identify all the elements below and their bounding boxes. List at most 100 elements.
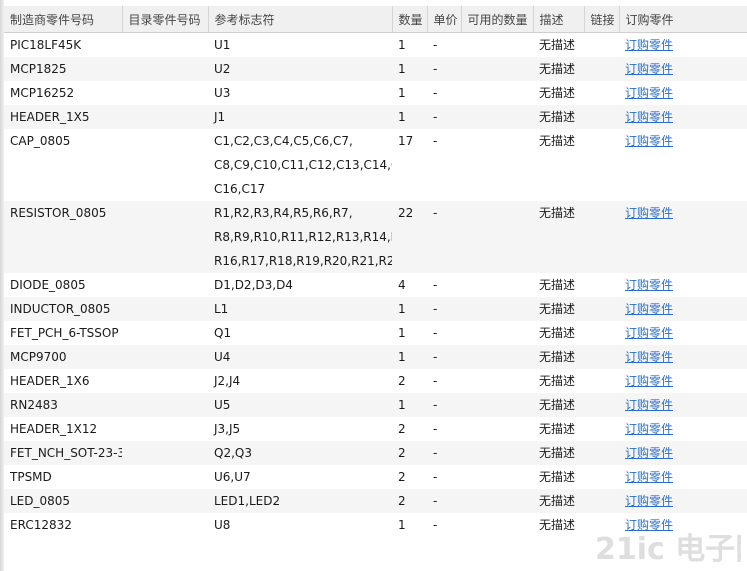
cell-link — [584, 369, 619, 393]
cell-order-part: 订购零件 — [619, 513, 747, 537]
order-part-link[interactable]: 订购零件 — [625, 374, 673, 388]
cell-link — [584, 105, 619, 129]
cell-description: 无描述 — [539, 38, 576, 52]
cell-description: 无描述 — [533, 489, 584, 513]
bom-table: 制造商零件号码 目录零件号码 参考标志符 数量 单价 可用的数量 描述 链接 订… — [4, 6, 747, 537]
col-header-unit-price[interactable]: 单价 — [427, 6, 462, 33]
order-part-link[interactable]: 订购零件 — [625, 326, 673, 340]
col-header-catalog-part[interactable]: 目录零件号码 — [122, 6, 209, 33]
cell-available-qty — [461, 369, 533, 393]
cell-catalog-part — [122, 393, 208, 417]
cell-unit-price: - — [427, 297, 461, 321]
ref-designator-text: J2,J4 — [214, 374, 241, 388]
cell-order-part: 订购零件 — [619, 129, 747, 201]
order-part-link[interactable]: 订购零件 — [625, 470, 673, 484]
cell-qty: 17 — [398, 134, 414, 148]
cell-catalog-part — [122, 201, 208, 273]
cell-unit-price: - — [427, 57, 461, 81]
cell-ref-designator: U2 — [208, 57, 392, 81]
cell-unit-price: - — [427, 345, 461, 369]
col-header-qty[interactable]: 数量 — [392, 6, 428, 33]
cell-description: 无描述 — [533, 345, 584, 369]
cell-ref-designator: R1,R2,R3,R4,R5,R6,R7, R8,R9,R10,R11,R12,… — [208, 201, 392, 273]
col-header-order-part[interactable]: 订购零件 — [619, 6, 747, 33]
col-header-description[interactable]: 描述 — [533, 6, 585, 33]
order-part-link[interactable]: 订购零件 — [625, 494, 673, 508]
cell-ref-designator: D1,D2,D3,D4 — [208, 273, 392, 297]
cell-description: 无描述 — [533, 105, 584, 129]
cell-ref-designator: J3,J5 — [208, 417, 392, 441]
cell-available-qty — [461, 201, 533, 273]
order-part-link[interactable]: 订购零件 — [625, 422, 673, 436]
cell-catalog-part — [122, 105, 208, 129]
cell-mfr-part: RESISTOR_0805 — [4, 201, 122, 273]
cell-order-part: 订购零件 — [619, 273, 747, 297]
col-header-mfr-part[interactable]: 制造商零件号码 — [4, 6, 123, 33]
table-row: LED_0805 LED1,LED2 2- 无描述 订购零件 — [4, 489, 747, 513]
cell-order-part: 订购零件 — [619, 105, 747, 129]
table-row: CAP_0805 C1,C2,C3,C4,C5,C6,C7, C8,C9,C10,… — [4, 129, 747, 201]
cell-qty: 1 — [398, 326, 406, 340]
cell-qty: 1 — [392, 393, 427, 417]
cell-order-part: 订购零件 — [619, 489, 747, 513]
cell-unit-price: - — [427, 393, 461, 417]
order-part-link[interactable]: 订购零件 — [625, 398, 673, 412]
cell-description: 无描述 — [539, 86, 576, 100]
cell-description: 无描述 — [539, 134, 576, 148]
cell-qty: 2 — [392, 441, 427, 465]
cell-link — [584, 393, 619, 417]
ref-designator-text: R1,R2,R3,R4,R5,R6,R7, R8,R9,R10,R11,R12,… — [214, 206, 392, 268]
cell-mfr-part: ERC12832 — [10, 518, 72, 532]
order-part-link[interactable]: 订购零件 — [625, 518, 673, 532]
cell-link — [584, 489, 619, 513]
order-part-link[interactable]: 订购零件 — [625, 86, 673, 100]
cell-qty: 1 — [398, 86, 406, 100]
cell-catalog-part — [122, 345, 208, 369]
cell-order-part: 订购零件 — [619, 345, 747, 369]
cell-ref-designator: J2,J4 — [208, 369, 392, 393]
cell-description: 无描述 — [539, 278, 576, 292]
cell-mfr-part: FET_PCH_6-TSSOP — [10, 326, 119, 340]
order-part-link[interactable]: 订购零件 — [625, 446, 673, 460]
cell-catalog-part — [122, 33, 208, 58]
cell-link — [584, 33, 619, 58]
cell-order-part: 订购零件 — [619, 57, 747, 81]
col-header-ref-designator[interactable]: 参考标志符 — [208, 6, 393, 33]
watermark-text: 21ic 电子网 — [595, 532, 741, 567]
cell-mfr-part: RN2483 — [4, 393, 122, 417]
cell-catalog-part — [122, 321, 208, 345]
col-header-available-qty[interactable]: 可用的数量 — [461, 6, 534, 33]
cell-mfr-part: DIODE_0805 — [10, 278, 86, 292]
cell-order-part: 订购零件 — [619, 33, 747, 58]
table-row: DIODE_0805 D1,D2,D3,D4 4 - 无描述 订购零件 — [4, 273, 747, 297]
cell-catalog-part — [122, 273, 208, 297]
cell-link — [584, 465, 619, 489]
cell-mfr-part: PIC18LF45K — [10, 38, 82, 52]
cell-order-part: 订购零件 — [619, 465, 747, 489]
cell-ref-designator: Q1 — [208, 321, 392, 345]
order-part-link[interactable]: 订购零件 — [625, 278, 673, 292]
cell-ref-designator: U3 — [208, 81, 392, 105]
cell-catalog-part — [122, 81, 208, 105]
order-part-link[interactable]: 订购零件 — [625, 350, 673, 364]
cell-unit-price: - — [433, 518, 438, 532]
table-row: ERC12832 U8 1 - 无描述 订购零件 — [4, 513, 747, 537]
cell-available-qty — [461, 57, 533, 81]
cell-ref-designator: L1 — [208, 297, 392, 321]
cell-mfr-part: FET_NCH_SOT-23-3 — [4, 441, 122, 465]
table-row: TPSMD U6,U7 2 - 无描述 订购零件 — [4, 465, 747, 489]
order-part-link[interactable]: 订购零件 — [625, 110, 673, 124]
col-header-link[interactable]: 链接 — [584, 6, 620, 33]
order-part-link[interactable]: 订购零件 — [625, 206, 673, 220]
table-row: HEADER_1X6 J2,J4 2 - 无描述 订购零件 — [4, 369, 747, 393]
cell-link — [584, 513, 619, 537]
cell-description: 无描述 — [539, 470, 576, 484]
order-part-link[interactable]: 订购零件 — [625, 38, 673, 52]
order-part-link[interactable]: 订购零件 — [625, 134, 673, 148]
order-part-link[interactable]: 订购零件 — [625, 302, 673, 316]
order-part-link[interactable]: 订购零件 — [625, 62, 673, 76]
cell-description: 无描述 — [533, 393, 584, 417]
cell-catalog-part — [122, 417, 208, 441]
cell-qty: 1 — [398, 38, 406, 52]
ref-designator-text: LED1,LED2 — [214, 494, 281, 508]
